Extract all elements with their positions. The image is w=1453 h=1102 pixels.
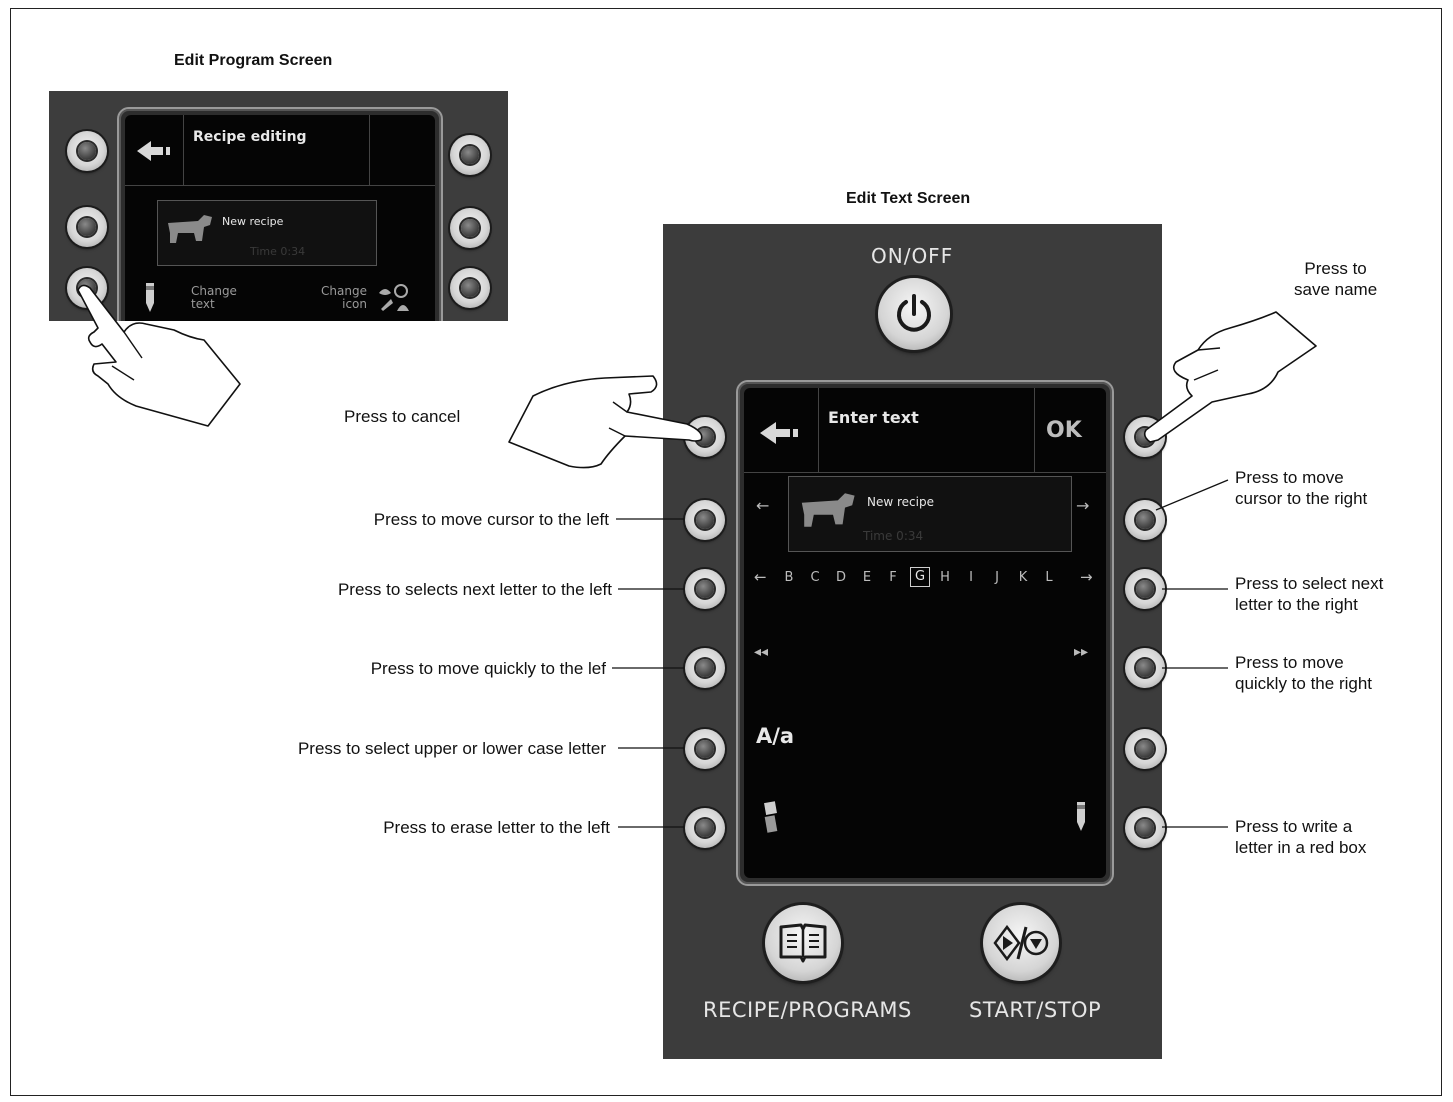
callout-letter-right: Press to select next letter to the right <box>1235 574 1384 614</box>
callout-case: Press to select upper or lower case lett… <box>297 739 606 758</box>
callout-cancel: Press to cancel <box>344 407 461 426</box>
callout-cursor-left: Press to move cursor to the left <box>373 510 609 529</box>
callout-write: Press to write a letter in a red box <box>1235 817 1367 857</box>
callout-save: Press to save name <box>1294 259 1378 299</box>
callout-letter-left: Press to selects next letter to the left <box>337 580 612 599</box>
callout-erase: Press to erase letter to the left <box>383 818 610 837</box>
callout-quick-left: Press to move quickly to the lef <box>370 659 606 678</box>
callout-cursor-right: Press to move cursor to the right <box>1235 468 1368 508</box>
leader-lines <box>612 479 1229 828</box>
callout-quick-right: Press to move quickly to the right <box>1235 653 1373 693</box>
